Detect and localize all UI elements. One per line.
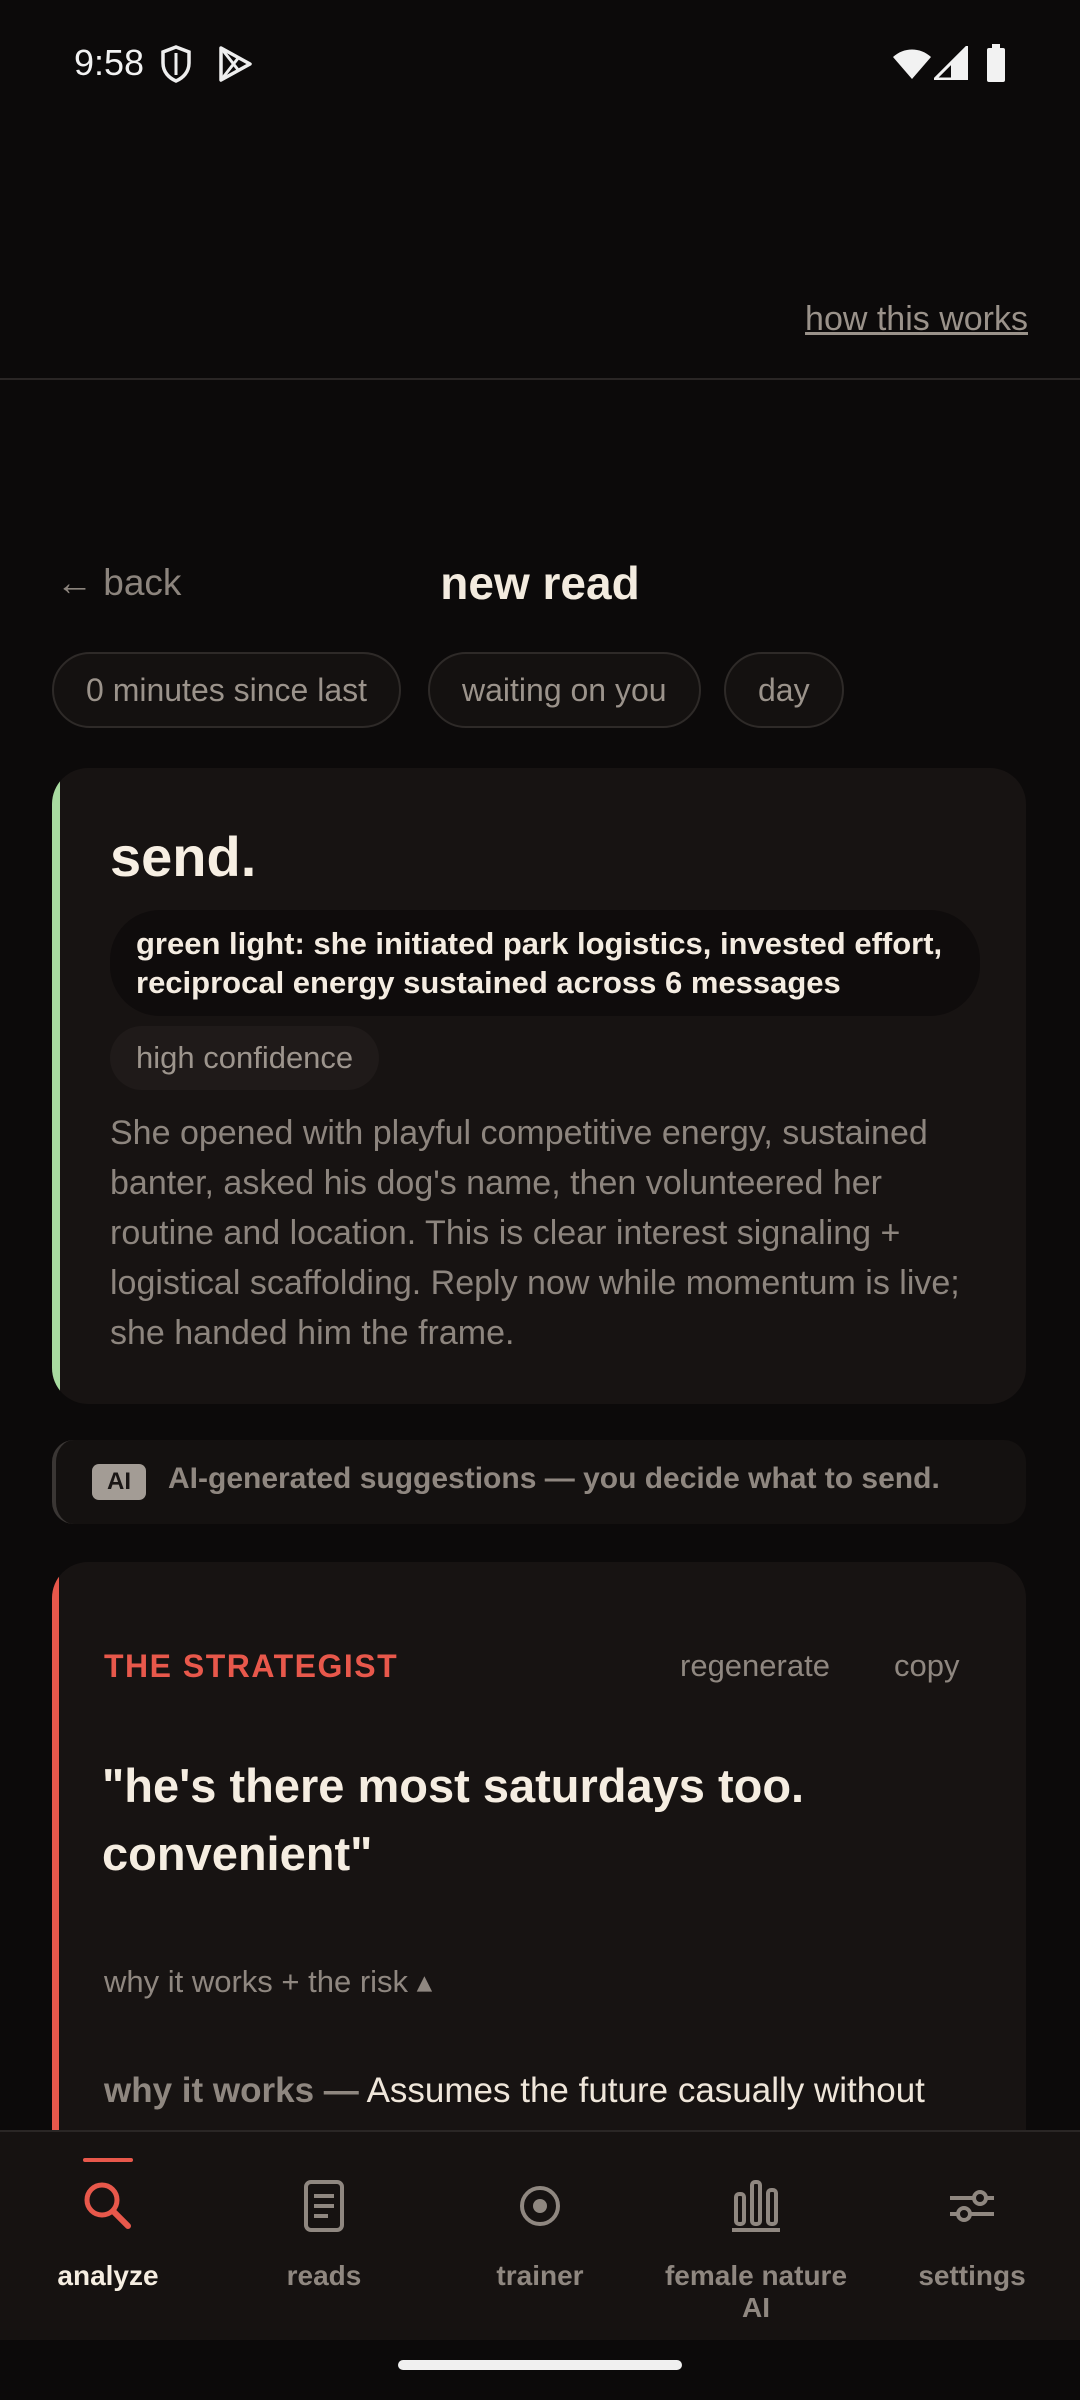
play-store-icon: [216, 44, 254, 89]
nav-label-reads: reads: [286, 2260, 362, 2291]
verdict-card: send. green light: she initiated park lo…: [52, 768, 1026, 1404]
why-it-works-toggle[interactable]: why it works + the risk ▴: [104, 1964, 432, 2000]
nav-item-analyze[interactable]: analyze: [0, 2132, 216, 2340]
strategist-label: THE STRATEGIST: [104, 1648, 399, 1684]
ai-notice: AI AI-generated suggestions — you decide…: [52, 1440, 1026, 1524]
nav-label-female-nature-ai: female nature AI: [664, 2260, 848, 2323]
home-indicator[interactable]: [398, 2360, 682, 2370]
status-bar: 9:58: [0, 0, 1080, 130]
why-it-works-text: why it works — Assumes the future casual…: [104, 2066, 984, 2116]
regenerate-button[interactable]: regenerate: [680, 1648, 830, 1684]
nav-label-trainer: trainer: [496, 2260, 584, 2291]
page-title: new read: [440, 557, 640, 609]
bottom-nav: analyze reads trainer female nature AI s…: [0, 2130, 1080, 2340]
active-indicator: [83, 2158, 133, 2162]
signal-icon: [931, 43, 969, 85]
nav-label-settings: settings: [918, 2260, 1026, 2291]
chip-waiting-status: waiting on you: [428, 652, 701, 728]
verdict-description: She opened with playful competitive ener…: [110, 1114, 960, 1352]
verdict-reason: green light: she initiated park logistic…: [110, 910, 980, 1016]
target-icon: [520, 2186, 560, 2226]
nav-item-reads[interactable]: reads: [216, 2132, 432, 2340]
verdict-headline: send.: [110, 825, 257, 888]
copy-button[interactable]: copy: [894, 1648, 959, 1684]
confidence-badge: high confidence: [110, 1026, 380, 1090]
wifi-icon: [892, 48, 932, 85]
strategist-card: THE STRATEGIST regenerate copy "he's the…: [52, 1562, 1026, 2162]
nav-label-analyze: analyze: [57, 2260, 159, 2291]
nav-item-trainer[interactable]: trainer: [432, 2132, 648, 2340]
ai-badge: AI: [92, 1464, 146, 1500]
nav-item-settings[interactable]: settings: [864, 2132, 1080, 2340]
search-icon: [84, 2182, 131, 2229]
header-divider: [0, 378, 1080, 380]
sliders-icon: [950, 2190, 994, 2222]
why-it-works-body: Assumes the future casually without: [358, 2071, 925, 2110]
why-it-works-label: why it works —: [104, 2071, 359, 2110]
chip-time-of-day: day: [724, 652, 844, 728]
battery-icon: [986, 44, 1006, 87]
ai-notice-text: AI-generated suggestions — you decide wh…: [168, 1462, 940, 1495]
chip-time-since-last: 0 minutes since last: [52, 652, 402, 728]
document-icon: [304, 2180, 344, 2232]
shield-icon: [160, 44, 192, 89]
verdict-accent-bar: [52, 768, 60, 1404]
suggested-message: "he's there most saturdays too. convenie…: [102, 1759, 805, 1880]
bar-chart-icon: [732, 2180, 780, 2232]
status-time: 9:58: [74, 42, 145, 83]
strategist-accent-bar: [52, 1562, 59, 2162]
nav-item-female-nature-ai[interactable]: female nature AI: [648, 2132, 864, 2340]
how-this-works-link[interactable]: how this works: [805, 300, 1028, 339]
